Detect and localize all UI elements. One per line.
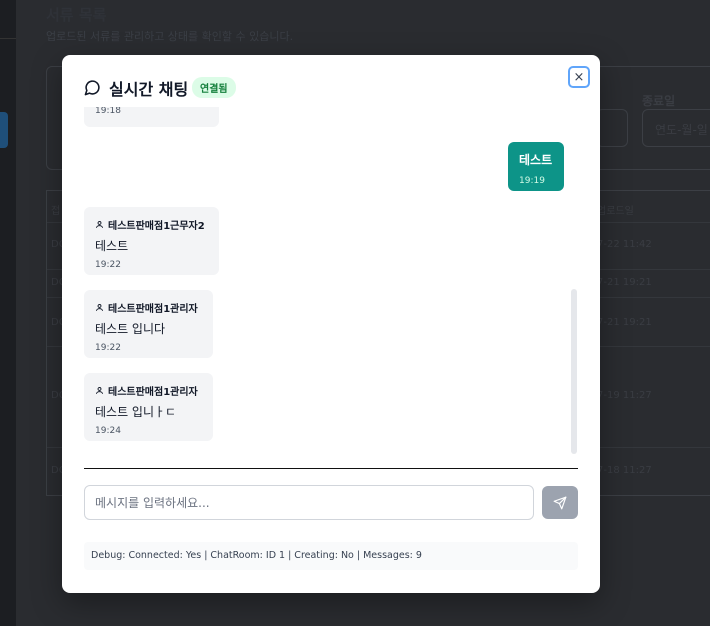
- message-bubble: 테스트판매점1관리자 테스트 입니ㅏㄷ 19:24: [84, 373, 213, 441]
- message-list[interactable]: 19:18 테스트 19:19 테스트판매점1근무자2 테스트 19:22 테스…: [84, 107, 578, 467]
- sender-name: 테스트판매점1근무자2: [108, 221, 205, 232]
- sidebar-divider: [0, 38, 16, 39]
- table-row-uploaded: 7-18 11:27: [597, 465, 652, 476]
- message-text: 테스트 입니다: [95, 322, 166, 336]
- sender-name: 테스트판매점1관리자: [108, 304, 198, 315]
- message-bubble: 테스트판매점1근무자2 테스트 19:22: [84, 207, 219, 275]
- chat-modal: 실시간 채팅 연결됨 × 19:18 테스트 19:19 테스트판매점1근무자2…: [62, 55, 600, 593]
- user-icon: [96, 221, 103, 228]
- end-date-placeholder: 연도-월-일: [655, 123, 708, 137]
- end-date-input[interactable]: 연도-월-일: [642, 109, 710, 147]
- message-sender: 테스트판매점1관리자: [95, 300, 202, 315]
- table-row-uploaded: 7-21 19:21: [597, 277, 652, 288]
- input-divider: [84, 468, 578, 469]
- message-sender: 테스트판매점1근무자2: [95, 217, 208, 232]
- sidebar: [0, 0, 16, 626]
- send-icon: [553, 496, 567, 509]
- message-text: 테스트: [519, 153, 553, 167]
- message-time: 19:19: [519, 176, 545, 186]
- close-button[interactable]: ×: [568, 66, 590, 88]
- message-time: 19:24: [95, 426, 121, 436]
- connection-status-badge: 연결됨: [192, 77, 236, 98]
- table-header-first: 접: [51, 206, 61, 217]
- message-sender: 테스트판매점1관리자: [95, 383, 202, 398]
- message-bubble: 테스트판매점1관리자 테스트 입니다 19:22: [84, 290, 213, 358]
- end-date-label: 종료일: [642, 94, 676, 108]
- message-time: 19:22: [95, 260, 121, 270]
- table-row-uploaded: 7-21 19:21: [597, 317, 652, 328]
- chat-bubble-icon: [84, 80, 100, 96]
- table-row-uploaded: 7-19 11:27: [597, 390, 652, 401]
- message-time: 19:22: [95, 343, 121, 353]
- table-row-uploaded: 7-22 11:42: [597, 239, 652, 250]
- sidebar-active-item: [0, 112, 8, 148]
- page-title: 서류 목록: [46, 6, 107, 24]
- sender-name: 테스트판매점1관리자: [108, 387, 198, 398]
- start-date-input[interactable]: [596, 109, 628, 147]
- debug-info: Debug: Connected: Yes | ChatRoom: ID 1 |…: [84, 542, 578, 570]
- user-icon: [96, 387, 103, 394]
- message-text: 테스트: [95, 239, 129, 253]
- message-time: 19:18: [95, 107, 121, 116]
- user-icon: [96, 304, 103, 311]
- message-input[interactable]: [84, 485, 534, 520]
- chat-title: 실시간 채팅: [109, 80, 189, 99]
- my-message-bubble: 테스트 19:19: [508, 142, 564, 191]
- send-button[interactable]: [542, 486, 578, 519]
- message-bubble: 19:18: [84, 107, 219, 127]
- table-header-uploaded: 업로드일: [597, 206, 634, 217]
- message-scrollbar[interactable]: [571, 289, 577, 454]
- close-icon: ×: [573, 69, 585, 85]
- message-text: 테스트 입니ㅏㄷ: [95, 405, 177, 419]
- page-subtitle: 업로드된 서류를 관리하고 상태를 확인할 수 있습니다.: [46, 30, 294, 43]
